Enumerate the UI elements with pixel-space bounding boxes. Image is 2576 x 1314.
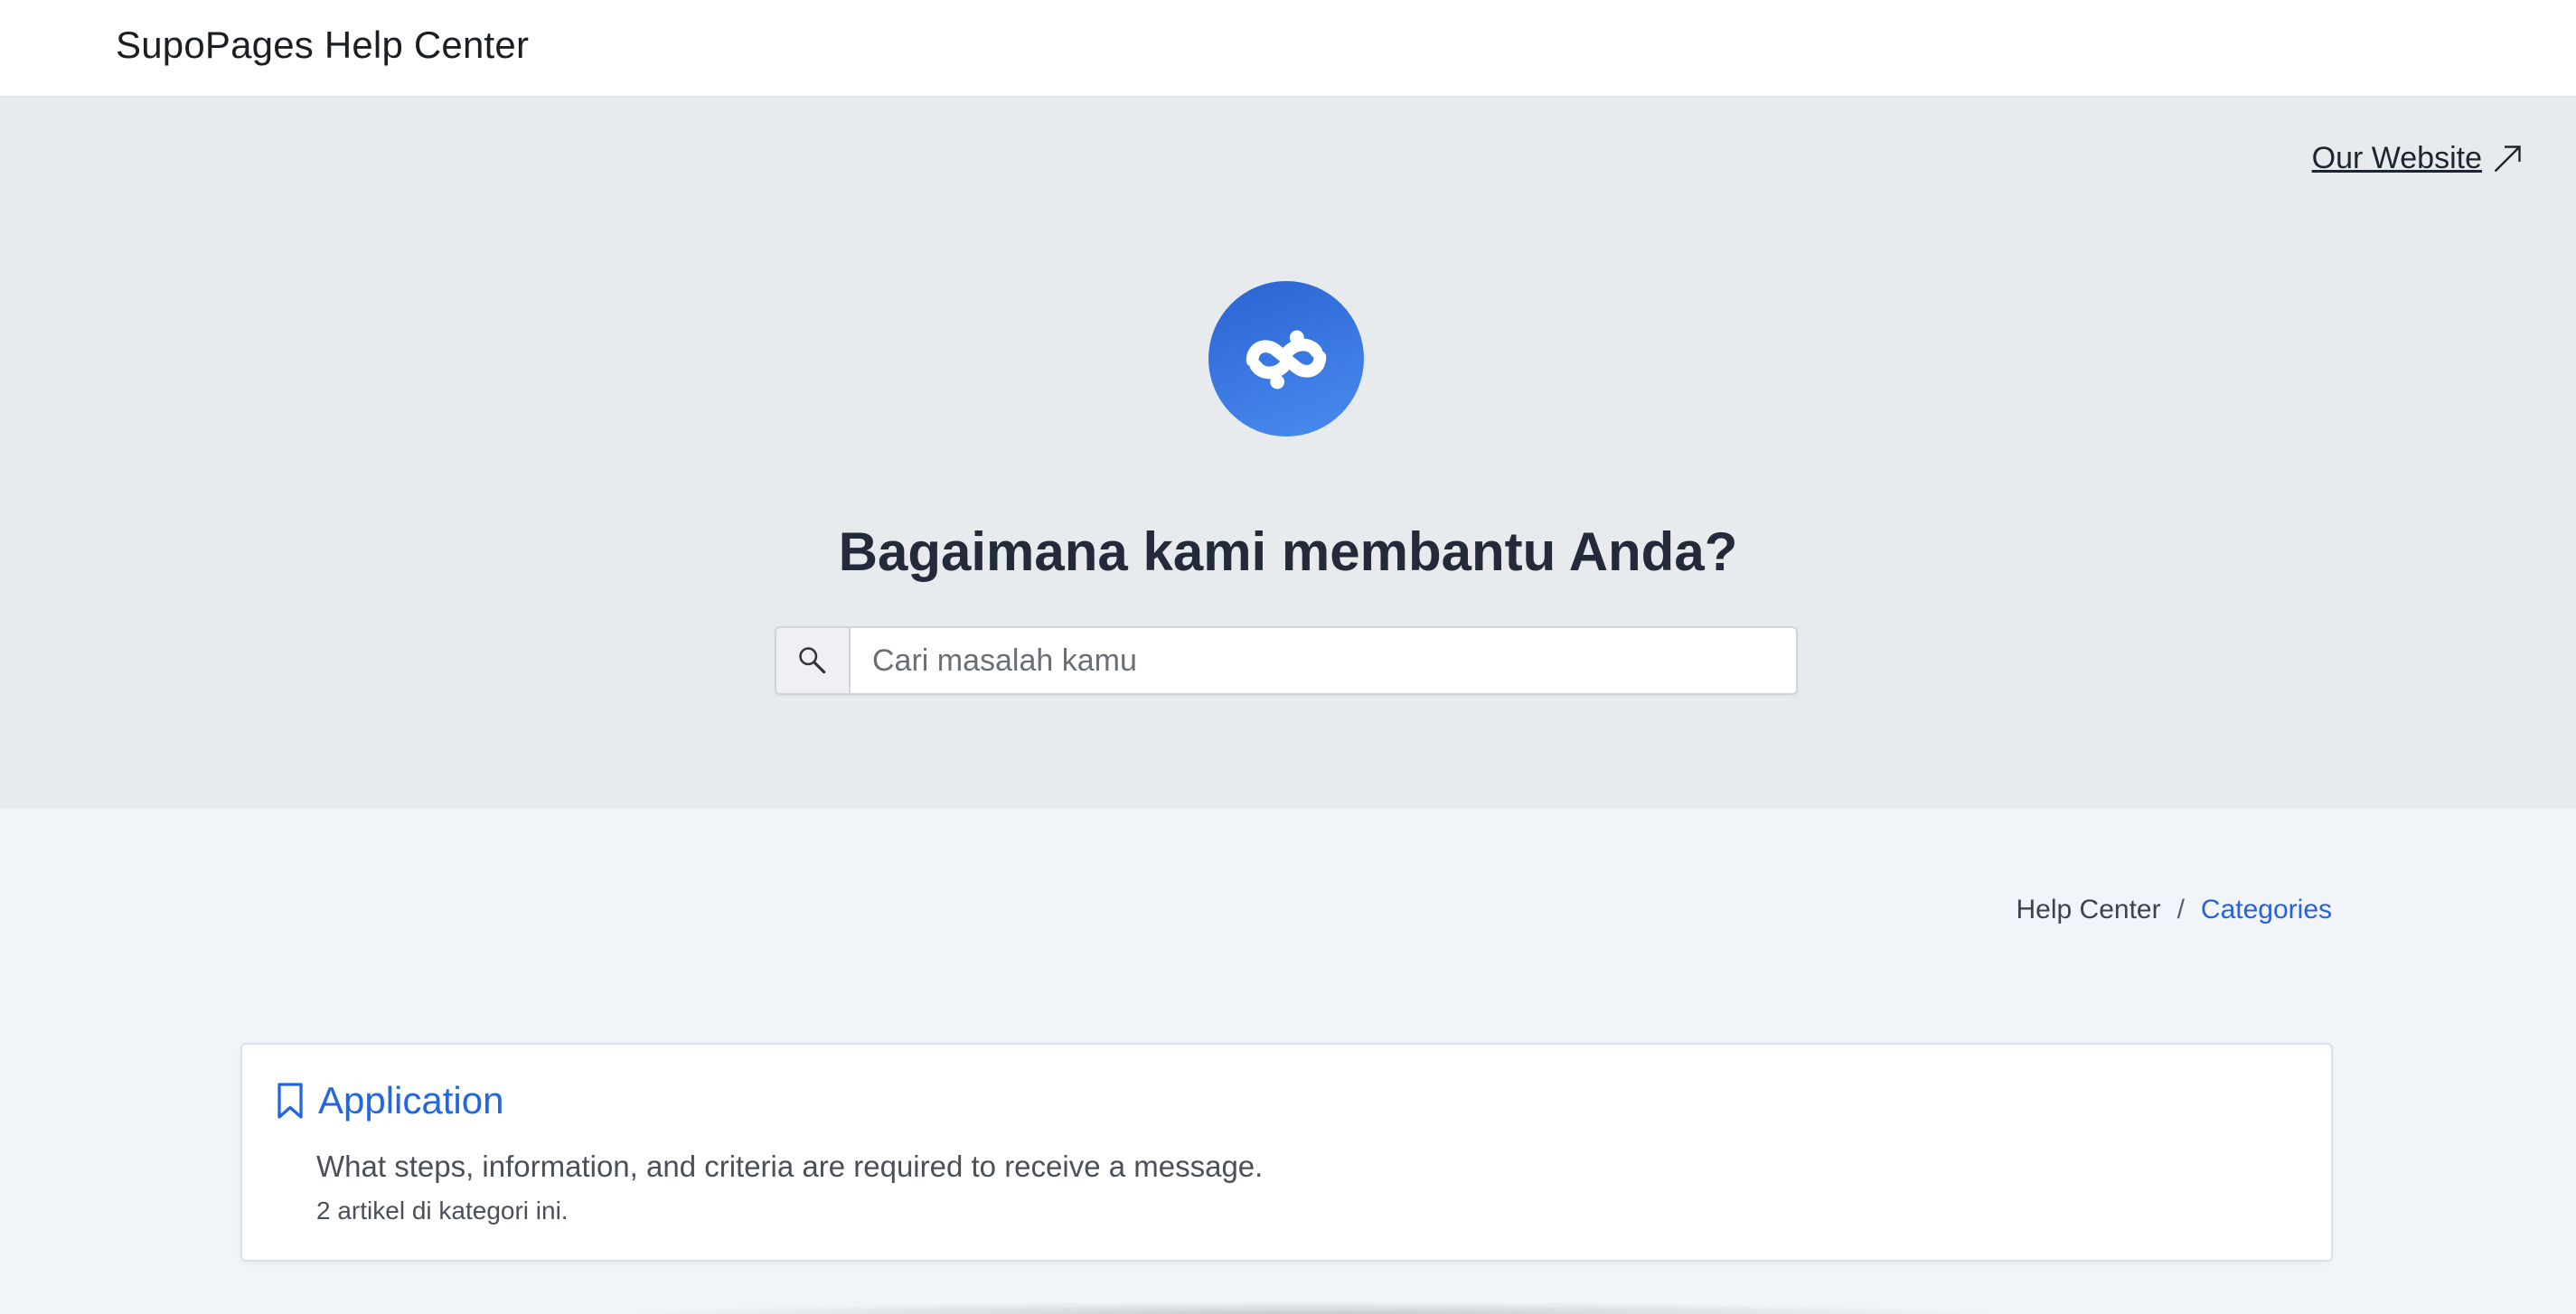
search-icon xyxy=(799,647,826,674)
search-bar xyxy=(775,626,1798,695)
category-article-count: 2 artikel di kategori ini. xyxy=(316,1197,569,1225)
next-card-shadow xyxy=(615,1301,2007,1314)
breadcrumb-separator: / xyxy=(2176,895,2185,924)
our-website-label: Our Website xyxy=(2311,141,2482,175)
logo-mark-icon xyxy=(1246,330,1327,390)
brand-title[interactable]: SupoPages Help Center xyxy=(116,23,529,67)
search-input[interactable] xyxy=(851,628,1796,693)
help-center-logo xyxy=(1208,281,1364,436)
our-website-link[interactable]: Our Website xyxy=(2312,141,2524,176)
bookmark-icon xyxy=(277,1083,303,1119)
external-arrow-icon xyxy=(2494,145,2521,172)
hero-section: Our Website Bagaimana kami membantu Anda… xyxy=(0,98,2576,809)
breadcrumb-categories[interactable]: Categories xyxy=(2201,895,2332,925)
category-description: What steps, information, and criteria ar… xyxy=(316,1150,1264,1183)
top-navbar: SupoPages Help Center xyxy=(0,0,2576,98)
category-title[interactable]: Application xyxy=(318,1079,503,1122)
category-card[interactable]: Application What steps, information, and… xyxy=(240,1043,2333,1262)
page: SupoPages Help Center Our Website Bagaim… xyxy=(0,0,2576,1314)
breadcrumb-help-center[interactable]: Help Center xyxy=(2017,895,2161,925)
hero-title: Bagaimana kami membantu Anda? xyxy=(838,521,1738,582)
category-header[interactable]: Application xyxy=(277,1079,503,1122)
breadcrumb: Help Center / Categories xyxy=(2017,895,2333,925)
search-addon xyxy=(776,628,851,693)
